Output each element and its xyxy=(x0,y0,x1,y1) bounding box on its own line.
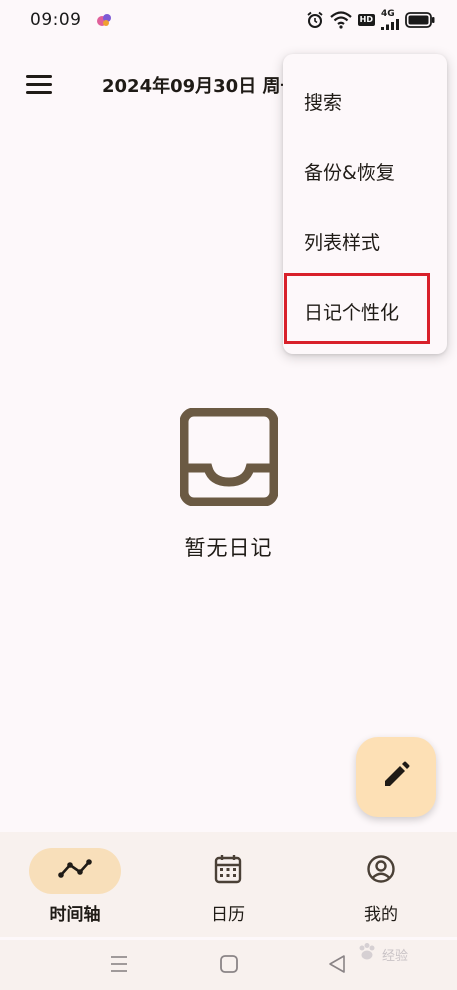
battery-icon xyxy=(405,12,435,28)
profile-icon xyxy=(366,854,396,888)
inbox-icon xyxy=(179,407,278,510)
nav-item-timeline[interactable]: 时间轴 xyxy=(15,848,135,928)
menu-item-diary-personalization[interactable]: 日记个性化 xyxy=(283,276,447,346)
menu-item-search[interactable]: 搜索 xyxy=(283,66,447,136)
pencil-icon xyxy=(381,760,411,794)
menu-item-backup-restore[interactable]: 备份&恢复 xyxy=(283,136,447,206)
network-type: 4G xyxy=(381,9,395,19)
back-icon[interactable] xyxy=(328,954,346,978)
nav-label-calendar: 日历 xyxy=(211,905,245,925)
nav-item-calendar[interactable]: 日历 xyxy=(168,848,288,928)
calendar-icon xyxy=(214,854,242,888)
status-right: HD 4G xyxy=(306,10,435,30)
bottom-navigation: 时间轴 日历 我的 xyxy=(0,832,457,937)
menu-item-list-style[interactable]: 列表样式 xyxy=(283,206,447,276)
app-notification-icon xyxy=(96,12,112,28)
status-left: 09:09 xyxy=(30,10,112,30)
empty-state: 暂无日记 xyxy=(0,407,457,562)
watermark-text: 经验 xyxy=(382,948,409,964)
empty-state-label: 暂无日记 xyxy=(184,536,273,560)
menu-line xyxy=(26,90,52,94)
recent-apps-icon[interactable] xyxy=(110,954,128,978)
signal-icon: 4G xyxy=(381,10,399,30)
paw-icon xyxy=(356,941,378,967)
menu-line xyxy=(26,74,52,78)
home-icon[interactable] xyxy=(219,954,239,978)
new-diary-button[interactable] xyxy=(356,737,436,817)
nav-icon-indicator xyxy=(29,848,121,894)
watermark: 经验 xyxy=(356,934,446,974)
wifi-icon xyxy=(329,11,352,29)
nav-item-profile[interactable]: 我的 xyxy=(321,848,441,928)
date-title[interactable]: 2024年09月30日 周一 xyxy=(102,72,298,98)
status-time: 09:09 xyxy=(30,10,82,30)
nav-label-timeline: 时间轴 xyxy=(49,905,101,925)
menu-icon[interactable] xyxy=(18,68,58,100)
alarm-icon xyxy=(306,11,324,29)
nav-label-profile: 我的 xyxy=(364,905,398,925)
hd-badge: HD xyxy=(357,14,375,26)
menu-line xyxy=(26,82,52,86)
overflow-menu: 搜索 备份&恢复 列表样式 日记个性化 xyxy=(283,54,447,354)
nav-icon-indicator xyxy=(182,848,274,894)
timeline-icon xyxy=(58,859,92,883)
status-bar: 09:09 HD 4G xyxy=(0,0,457,40)
nav-icon-indicator xyxy=(335,848,427,894)
